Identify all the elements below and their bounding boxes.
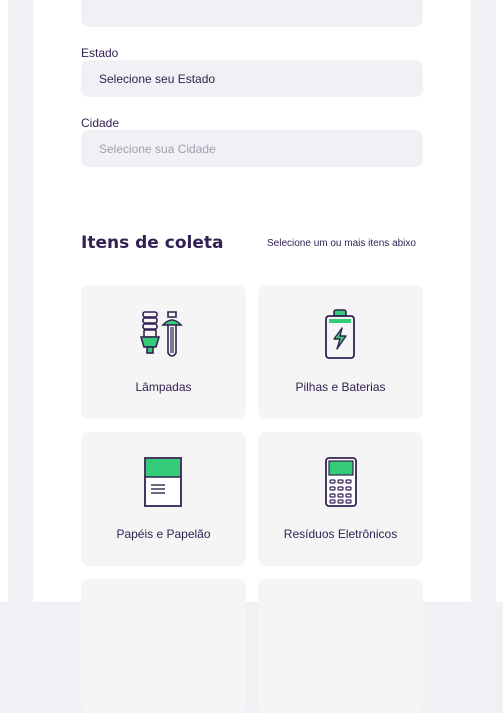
city-select[interactable]: Selecione sua Cidade (81, 130, 423, 167)
item-card-residuos-eletronicos[interactable]: Resíduos Eletrônicos (258, 432, 423, 566)
city-select-placeholder: Selecione sua Cidade (99, 142, 216, 156)
page-margin-right (496, 0, 503, 602)
item-label: Lâmpadas (135, 380, 192, 394)
item-card-next-right[interactable] (258, 579, 423, 713)
item-card-pilhas-baterias[interactable]: Pilhas e Baterias (258, 285, 423, 419)
item-card-papeis-papelao[interactable]: Papéis e Papelão (81, 432, 246, 566)
lamps-icon (139, 311, 183, 357)
item-card-next-left[interactable] (81, 579, 246, 713)
item-label: Papéis e Papelão (116, 527, 211, 541)
page-margin-left (0, 0, 8, 602)
electronics-icon (325, 457, 357, 507)
item-label: Pilhas e Baterias (295, 380, 386, 394)
paper-icon (144, 457, 182, 507)
state-select-value: Selecione seu Estado (99, 72, 216, 86)
items-section-hint: Selecione um ou mais itens abixo (267, 238, 416, 249)
state-select[interactable]: Selecione seu Estado (81, 60, 423, 97)
form-card: Estado Selecione seu Estado Cidade Selec… (33, 0, 471, 713)
item-label: Resíduos Eletrônicos (283, 527, 398, 541)
previous-input-field[interactable] (81, 0, 423, 27)
city-label: Cidade (81, 116, 120, 130)
items-section-title: Itens de coleta (81, 233, 224, 253)
state-label: Estado (81, 46, 119, 60)
item-card-lampadas[interactable]: Lâmpadas (81, 285, 246, 419)
battery-icon (325, 309, 355, 359)
